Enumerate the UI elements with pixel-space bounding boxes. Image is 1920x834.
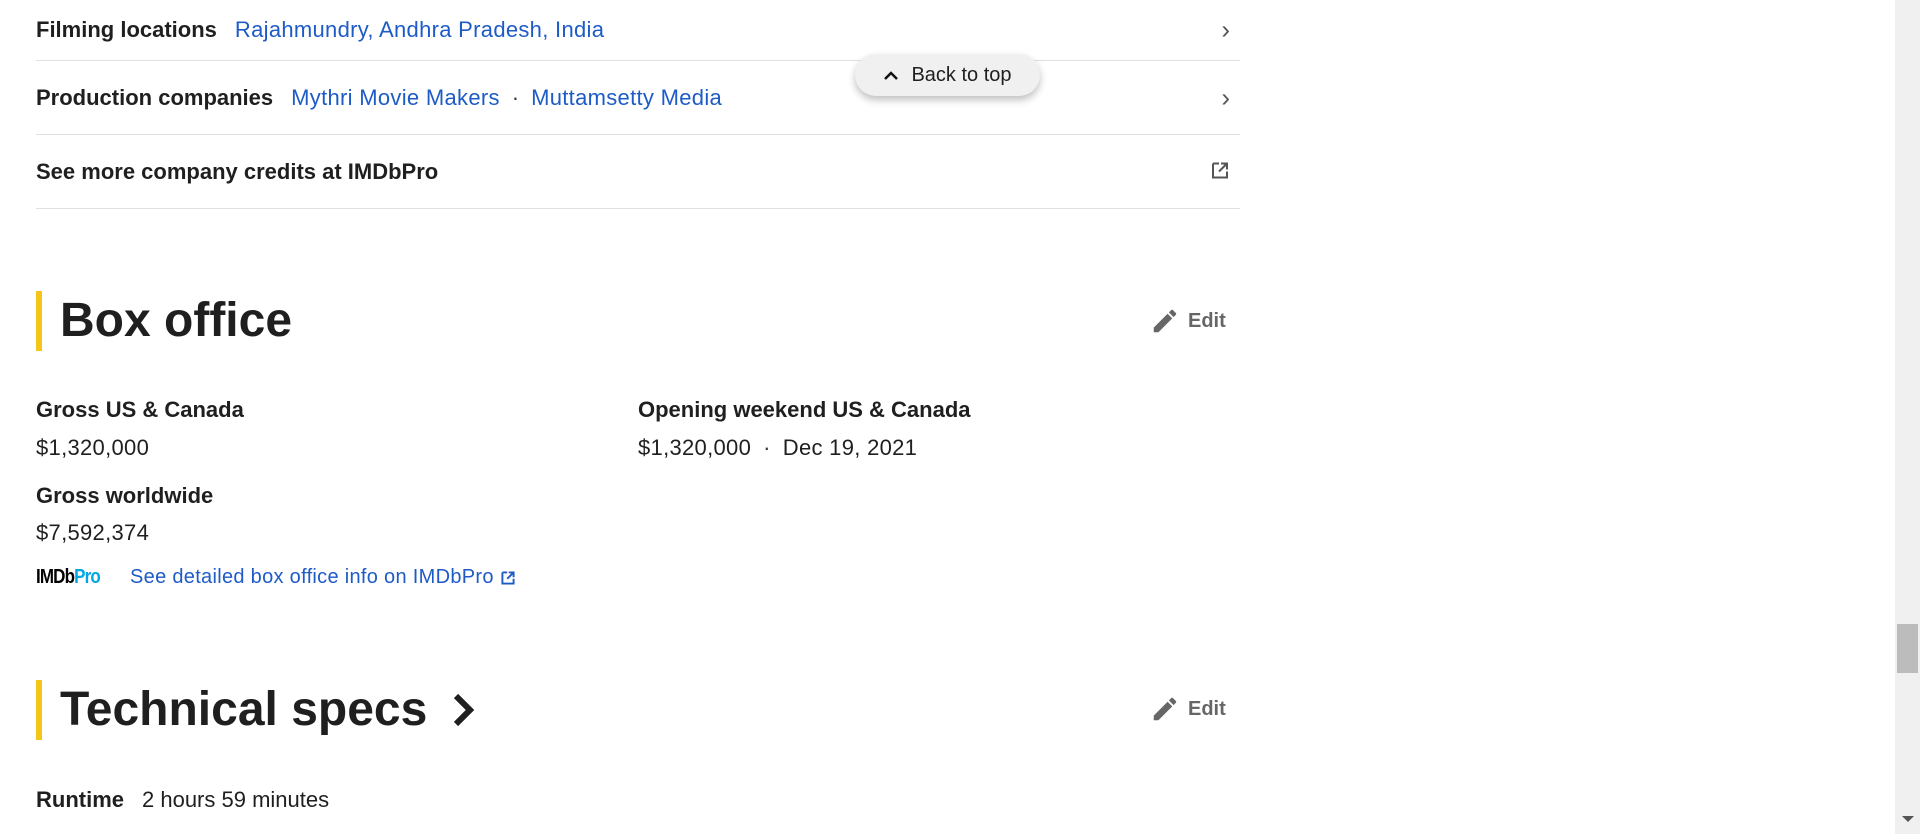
filming-locations-label: Filming locations [36,17,217,42]
production-companies-row: Production companies Mythri Movie Makers… [36,61,1240,135]
company-link[interactable]: Mythri Movie Makers [291,85,500,111]
chevron-up-icon [884,71,899,80]
runtime-value: 2 hours 59 minutes [142,787,330,812]
gross-worldwide-label: Gross worldwide [36,483,214,508]
scrollbar-thumb[interactable] [1897,624,1918,673]
imdbpro-link-text[interactable]: See detailed box office info on IMDbPro [130,566,494,589]
more-company-credits-link[interactable]: See more company credits at IMDbPro [36,159,438,185]
edit-label: Edit [1188,309,1226,332]
chevron-right-icon [454,693,475,727]
technical-specs-title: Technical specs [60,683,428,736]
technical-specs-heading[interactable]: Technical specs [36,680,477,740]
external-link-icon [1210,156,1230,187]
runtime-row: Runtime 2 hours 59 minutes [36,787,329,813]
pencil-icon [1153,309,1177,333]
edit-label: Edit [1188,697,1226,720]
chevron-right-icon[interactable]: › [1221,15,1230,46]
gross-us-label: Gross US & Canada [36,397,244,422]
separator: · [511,84,520,110]
runtime-label: Runtime [36,787,124,812]
production-companies-label: Production companies [36,84,274,110]
box-office-heading: Box office [36,291,292,351]
box-office-edit-button[interactable]: Edit [1150,306,1226,336]
pencil-icon [1153,697,1177,721]
filming-location-link[interactable]: Rajahmundry, Andhra Pradesh, India [235,17,604,43]
opening-weekend-value: $1,320,000 · Dec 19, 2021 [638,435,917,461]
gross-us-value: $1,320,000 [36,435,150,460]
scrollbar[interactable] [1895,0,1920,834]
filming-locations-row[interactable]: Filming locations Rajahmundry, Andhra Pr… [36,0,1240,61]
technical-specs-edit-button[interactable]: Edit [1150,694,1226,724]
imdbpro-logo: IMDbPro [36,566,101,588]
back-to-top-button[interactable]: Back to top [855,54,1040,96]
separator: · [763,435,771,460]
scroll-down-arrow-icon[interactable] [1902,816,1914,822]
company-link[interactable]: Muttamsetty Media [531,85,722,111]
opening-weekend-label: Opening weekend US & Canada [638,397,971,422]
external-link-icon [501,570,515,585]
opening-amount: $1,320,000 [638,435,752,460]
chevron-right-icon[interactable]: › [1221,82,1230,113]
more-company-credits-row[interactable]: See more company credits at IMDbPro [36,135,1240,209]
gross-worldwide-value: $7,592,374 [36,520,150,545]
back-to-top-label: Back to top [911,63,1012,86]
opening-date: Dec 19, 2021 [782,435,918,460]
imdbpro-box-office-link[interactable]: IMDbPro See detailed box office info on … [36,566,516,589]
